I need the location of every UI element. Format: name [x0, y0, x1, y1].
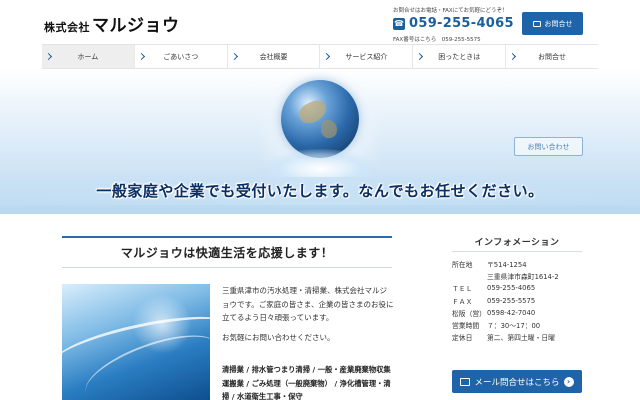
site-logo[interactable]: 株式会社 マルジョウ	[44, 11, 180, 36]
info-table: 所在地 〒514-1254 三重県津市森町1614-2 ＴＥＬ 059-255-…	[452, 258, 592, 343]
info-value: 三重県津市森町1614-2	[487, 273, 559, 282]
info-key: 松阪（営）	[452, 309, 486, 318]
hero-contact-button[interactable]: お問い合わせ	[514, 137, 583, 156]
mail-inquiry-label: メール問合せはこちら	[474, 377, 560, 388]
services-list: 清掃業 / 排水管つまり清掃 / 一般・産業廃棄物収集運搬業 / ごみ処理（一般…	[222, 365, 391, 400]
mail-icon	[460, 377, 471, 386]
chevron-right-icon	[416, 52, 424, 61]
info-key: 所在地	[452, 261, 473, 270]
header-inquiry-button[interactable]: お問合せ	[522, 12, 583, 35]
chevron-right-icon	[323, 52, 331, 61]
info-value: 059-255-5575	[487, 296, 536, 305]
info-row: ＴＥＬ 059-255-4065	[452, 282, 592, 294]
globe-image	[281, 80, 359, 158]
info-title-box: インフォメーション	[452, 232, 582, 252]
site-header: 株式会社 マルジョウ お問合せはお電話・FAXにてお気軽にどうぞ！ ☎ 059-…	[0, 0, 640, 44]
nav-item-home[interactable]: ホーム	[42, 45, 134, 68]
main-text: 三重県津市の汚水処理・清掃業、株式会社マルジョウです。ご家庭の皆さま、企業の皆さ…	[222, 284, 394, 350]
mail-inquiry-button[interactable]: メール問合せはこちら ›	[452, 370, 582, 393]
header-contact: お問合せはお電話・FAXにてお気軽にどうぞ！ ☎ 059-255-4065 FA…	[393, 6, 523, 43]
contact-note: お問合せはお電話・FAXにてお気軽にどうぞ！	[393, 8, 508, 14]
info-key: ＴＥＬ	[452, 285, 473, 294]
nav-item-company[interactable]: 会社概要	[226, 45, 320, 68]
nav-item-trouble[interactable]: 困ったときは	[412, 45, 506, 68]
tel-row: ☎ 059-255-4065	[393, 16, 523, 31]
nav-item-greeting[interactable]: ごあいさつ	[133, 45, 227, 68]
info-value: 059-255-4065	[487, 284, 536, 293]
info-key: 営業時間	[452, 322, 480, 331]
nav-label: サービス紹介	[345, 52, 388, 61]
nav-item-contact[interactable]: お問合せ	[505, 45, 598, 68]
info-value: 〒514-1254	[487, 261, 527, 270]
arrow-right-icon: ›	[563, 376, 574, 387]
nav-label: ごあいさつ	[163, 52, 199, 61]
hero-catchphrase: 一般家庭や企業でも受付いたします。なんでもお任せください。	[96, 182, 544, 200]
nav-label: 困ったときは	[438, 52, 481, 61]
main-title-box: マルジョウは快適生活を応援します！	[62, 236, 392, 268]
chevron-right-icon	[137, 52, 145, 61]
info-row: 三重県津市森町1614-2	[452, 270, 592, 282]
info-key: ＦＡＸ	[452, 297, 473, 306]
info-title: インフォメーション	[474, 238, 560, 248]
phone-number[interactable]: 059-255-4065	[409, 16, 514, 31]
hero-banner: お問い合わせ 一般家庭や企業でも受付いたします。なんでもお任せください。	[0, 69, 640, 214]
wave-glow	[132, 294, 192, 354]
water-wave-image	[62, 284, 210, 400]
info-row: 営業時間 ７：30〜17：00	[452, 319, 592, 331]
mail-icon	[532, 20, 541, 27]
phone-icon: ☎	[393, 17, 405, 30]
info-value: 0598-42-7040	[487, 308, 536, 317]
header-inquiry-label: お問合せ	[544, 19, 573, 28]
info-row: 定休日 第二、第四土曜・日曜	[452, 331, 592, 343]
info-value: ７：30〜17：00	[487, 322, 541, 331]
main-title: マルジョウは快適生活を応援します！	[120, 246, 334, 260]
info-row: ＦＡＸ 059-255-5575	[452, 295, 592, 307]
nav-label: ホーム	[77, 52, 99, 61]
nav-item-services[interactable]: サービス紹介	[319, 45, 413, 68]
chevron-right-icon	[44, 52, 53, 61]
contact-invite: お気軽にお問い合わせください。	[222, 332, 335, 342]
logo-name: マルジョウ	[92, 16, 180, 36]
info-row: 松阪（営） 0598-42-7040	[452, 307, 592, 319]
intro-paragraph: 三重県津市の汚水処理・清掃業、株式会社マルジョウです。ご家庭の皆さま、企業の皆さ…	[222, 286, 394, 322]
chevron-right-icon	[509, 52, 517, 61]
info-row: 所在地 〒514-1254	[452, 258, 592, 270]
nav-label: 会社概要	[259, 52, 288, 61]
info-key: 定休日	[452, 334, 473, 343]
logo-prefix: 株式会社	[44, 21, 90, 34]
info-value: 第二、第四土曜・日曜	[487, 334, 555, 343]
nav-label: お問合せ	[538, 52, 567, 61]
main-nav: ホーム ごあいさつ 会社概要 サービス紹介 困ったときは お問合せ	[42, 44, 598, 69]
fax-number: FAX番号はこちら 059-255-5575	[393, 37, 481, 43]
chevron-right-icon	[230, 52, 238, 61]
